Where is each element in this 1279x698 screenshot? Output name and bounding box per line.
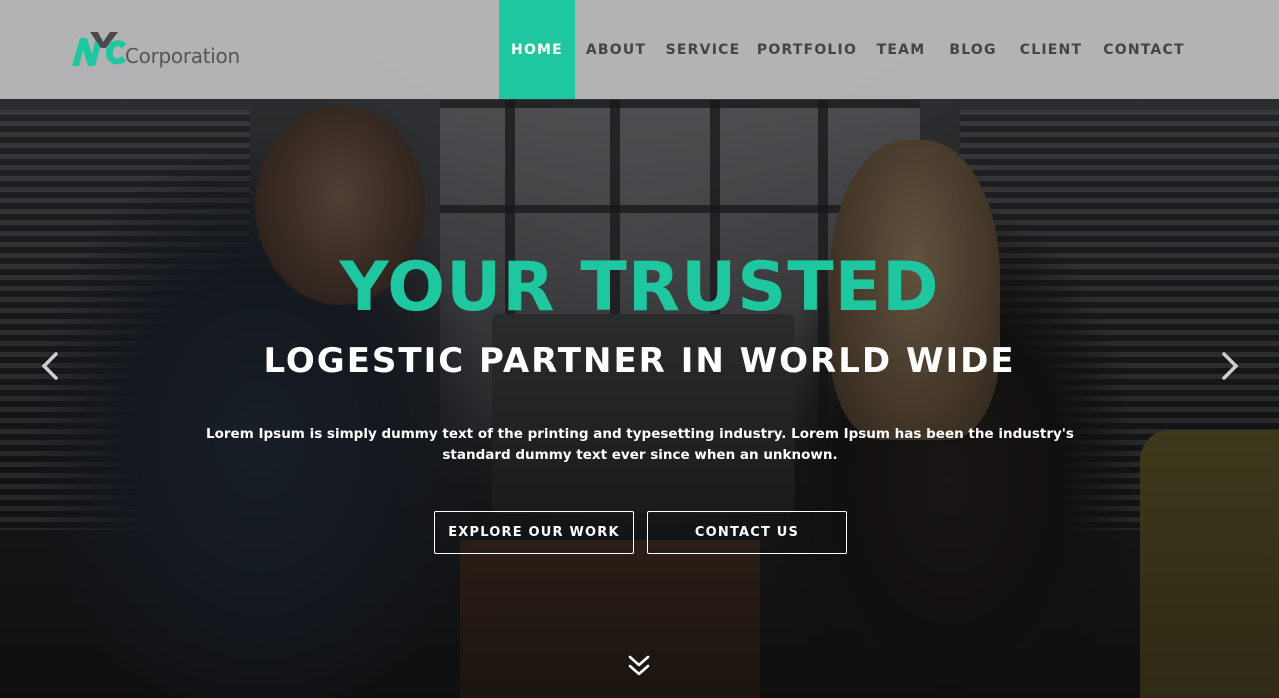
explore-our-work-button[interactable]: EXPLORE OUR WORK <box>434 511 634 554</box>
hero-subtitle: LOGESTIC PARTNER IN WORLD WIDE <box>263 341 1016 381</box>
nav-blog[interactable]: BLOG <box>937 0 1009 99</box>
site-header: Corporation HOME ABOUT SERVICE PORTFOLIO… <box>0 0 1279 99</box>
nav-team[interactable]: TEAM <box>865 0 937 99</box>
nav-home[interactable]: HOME <box>499 0 575 99</box>
double-chevron-down-icon[interactable] <box>627 654 651 678</box>
hero-title: YOUR TRUSTED <box>339 248 940 327</box>
brand-logo[interactable]: Corporation <box>70 28 240 72</box>
nav-about[interactable]: ABOUT <box>575 0 657 99</box>
nav-contact[interactable]: CONTACT <box>1093 0 1195 99</box>
nav-service[interactable]: SERVICE <box>657 0 749 99</box>
nav-client[interactable]: CLIENT <box>1009 0 1093 99</box>
logo-text: Corporation <box>125 44 240 68</box>
main-nav: HOME ABOUT SERVICE PORTFOLIO TEAM BLOG C… <box>499 0 1195 99</box>
nav-portfolio[interactable]: PORTFOLIO <box>749 0 865 99</box>
logo-mark-icon <box>72 32 126 66</box>
hero-description: Lorem Ipsum is simply dummy text of the … <box>206 426 1074 463</box>
contact-us-button[interactable]: CONTACT US <box>647 511 847 554</box>
